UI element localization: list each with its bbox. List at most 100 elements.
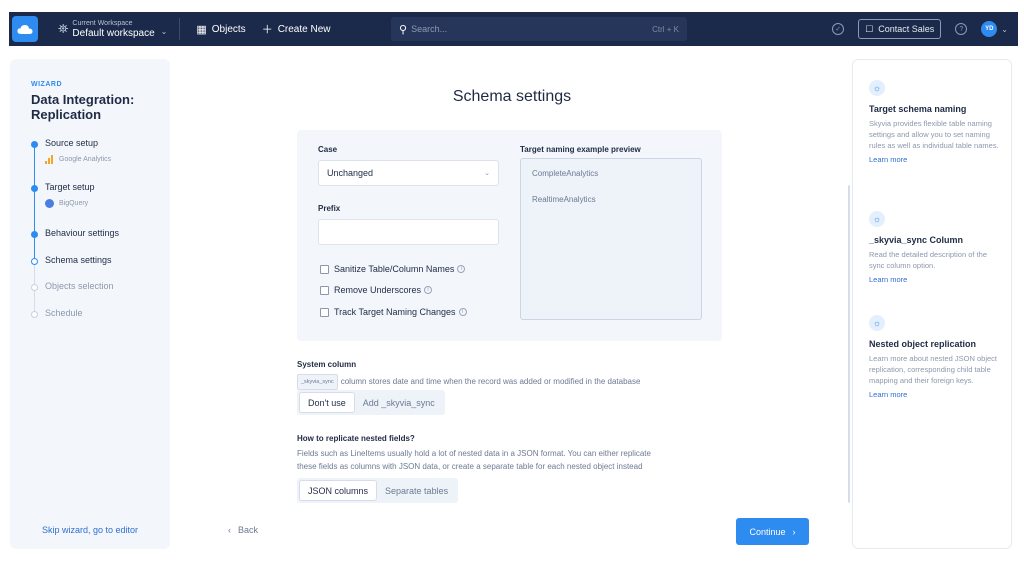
step-sub: BigQuery	[45, 199, 88, 208]
dont-use-option[interactable]: Don't use	[299, 392, 355, 413]
step-label: Schema settings	[45, 255, 112, 265]
search-shortcut: Ctrl + K	[652, 24, 679, 34]
avatar-chevron-down-icon[interactable]: ⌄	[1001, 25, 1008, 34]
learn-more-link[interactable]: Learn more	[869, 155, 999, 164]
grid-icon: ▦	[196, 23, 207, 36]
preview-item: CompleteAnalytics	[532, 169, 599, 178]
tip-title: _skyvia_sync Column	[869, 235, 964, 245]
search-icon: ⚲	[399, 23, 408, 36]
info-icon[interactable]: i	[457, 265, 466, 273]
system-column-title: System column	[297, 360, 357, 369]
step-label: Schedule	[45, 308, 83, 318]
preview-label: Target naming example preview	[520, 145, 641, 154]
checkbox-box[interactable]	[320, 285, 329, 295]
chevron-left-icon: ‹	[228, 525, 231, 535]
step-label: Source setup	[45, 138, 99, 148]
nav-bar: ⛯ Current Workspace Default workspace ⌄ …	[9, 12, 1018, 46]
case-label: Case	[318, 145, 338, 154]
learn-more-link[interactable]: Learn more	[869, 275, 999, 284]
lightbulb-icon: ☼	[869, 315, 885, 331]
scrollbar[interactable]	[848, 185, 850, 503]
help-tip-schema-naming: ☼ Target schema naming Skyvia provides f…	[869, 80, 999, 164]
create-new-button[interactable]: ＋ Create New	[262, 21, 331, 37]
sanitize-checkbox[interactable]: Sanitize Table/Column Names i	[320, 264, 466, 274]
objects-label: Objects	[211, 23, 246, 35]
step-dot	[31, 311, 38, 318]
top-bar: ⛯ Current Workspace Default workspace ⌄ …	[0, 0, 1024, 46]
contact-sales-button[interactable]: ☐ Contact Sales	[858, 19, 942, 39]
chevron-right-icon: ›	[792, 526, 796, 537]
search-input[interactable]: ⚲ Search... Ctrl + K	[391, 17, 687, 41]
step-dot	[31, 284, 38, 291]
steps-track-done	[34, 145, 35, 262]
step-label: Target setup	[45, 182, 95, 192]
tip-text: Read the detailed description of the syn…	[869, 250, 987, 270]
nested-fields-title: How to replicate nested fields?	[297, 434, 415, 443]
checkbox-label: Track Target Naming Changes	[334, 307, 456, 317]
avatar[interactable]: YD	[981, 21, 998, 37]
skip-wizard-link[interactable]: Skip wizard, go to editor	[10, 525, 170, 535]
page-title: Schema settings	[452, 88, 572, 105]
naming-preview-box: CompleteAnalytics RealtimeAnalytics	[520, 158, 702, 320]
workspace-label: Current Workspace	[72, 19, 133, 27]
step-dot	[31, 231, 38, 238]
case-value: Unchanged	[327, 168, 374, 178]
cloud-logo-icon[interactable]	[12, 16, 38, 42]
nested-fields-toggle: JSON columns Separate tables	[297, 478, 459, 503]
add-skyvia-sync-option[interactable]: Add _skyvia_sync	[355, 392, 443, 413]
chevron-down-icon: ⌄	[484, 170, 490, 177]
tip-text: Skyvia provides flexible table naming se…	[869, 119, 999, 150]
tip-text: Learn more about nested JSON object repl…	[869, 354, 997, 385]
workspace-icon: ⛯	[58, 21, 69, 36]
divider	[179, 18, 181, 40]
checkbox-label: Remove Underscores	[334, 285, 422, 295]
help-tip-nested-replication: ☼ Nested object replication Learn more a…	[869, 315, 999, 399]
step-sub: Google Analytics	[45, 155, 111, 164]
continue-button[interactable]: Continue ›	[736, 518, 809, 545]
learn-more-link[interactable]: Learn more	[869, 390, 999, 399]
wizard-tag: WIZARD	[31, 81, 62, 88]
contact-sales-label: Contact Sales	[878, 24, 935, 34]
help-icon[interactable]: ?	[955, 23, 968, 35]
step-label: Behaviour settings	[45, 228, 120, 238]
nested-fields-text-2: these fields as columns with JSON data, …	[297, 462, 643, 471]
nav-right: ✓ ☐ Contact Sales ? YD ⌄	[832, 18, 1008, 40]
help-tip-sync-column: ☼ _skyvia_sync Column Read the detailed …	[869, 211, 999, 284]
compass-icon[interactable]: ✓	[832, 23, 845, 35]
checkbox-box[interactable]	[320, 307, 329, 317]
workspace-selector[interactable]: ⛯ Current Workspace Default workspace ⌄	[58, 20, 167, 39]
track-naming-checkbox[interactable]: Track Target Naming Changes i	[320, 307, 467, 317]
system-column-code: _skyvia_sync	[297, 374, 338, 390]
prefix-input[interactable]	[318, 219, 499, 245]
naming-panel: Case Unchanged ⌄ Prefix Sanitize Table/C…	[297, 130, 722, 341]
json-columns-option[interactable]: JSON columns	[299, 480, 378, 501]
tip-title: Nested object replication	[869, 339, 977, 349]
plus-icon: ＋	[261, 24, 273, 36]
back-button[interactable]: ‹ Back	[228, 525, 258, 535]
prefix-label: Prefix	[318, 204, 341, 213]
create-new-label: Create New	[277, 23, 331, 35]
checkbox-label: Sanitize Table/Column Names	[334, 264, 455, 274]
tip-title: Target schema naming	[869, 104, 967, 114]
system-column-desc: _skyvia_sync column stores date and time …	[297, 374, 640, 390]
step-dot	[31, 185, 38, 192]
chat-icon: ☐	[865, 23, 874, 34]
back-label: Back	[238, 525, 259, 535]
separate-tables-option[interactable]: Separate tables	[377, 480, 456, 501]
nested-fields-text-1: Fields such as LineItems usually hold a …	[297, 449, 651, 458]
lightbulb-icon: ☼	[869, 80, 885, 96]
google-analytics-icon	[45, 155, 54, 164]
case-select[interactable]: Unchanged ⌄	[318, 160, 499, 186]
search-placeholder: Search...	[411, 24, 448, 34]
info-icon[interactable]: i	[458, 308, 467, 316]
objects-button[interactable]: ▦ Objects	[196, 23, 245, 36]
workspace-value: Default workspace	[72, 27, 155, 39]
checkbox-box[interactable]	[320, 264, 329, 274]
info-icon[interactable]: i	[424, 286, 433, 294]
system-column-text: column stores date and time when the rec…	[340, 377, 641, 386]
continue-label: Continue	[749, 526, 786, 537]
system-column-toggle: Don't use Add _skyvia_sync	[297, 390, 445, 415]
step-label: Objects selection	[45, 281, 114, 291]
step-sub-label: BigQuery	[59, 200, 89, 207]
remove-underscores-checkbox[interactable]: Remove Underscores i	[320, 285, 433, 295]
